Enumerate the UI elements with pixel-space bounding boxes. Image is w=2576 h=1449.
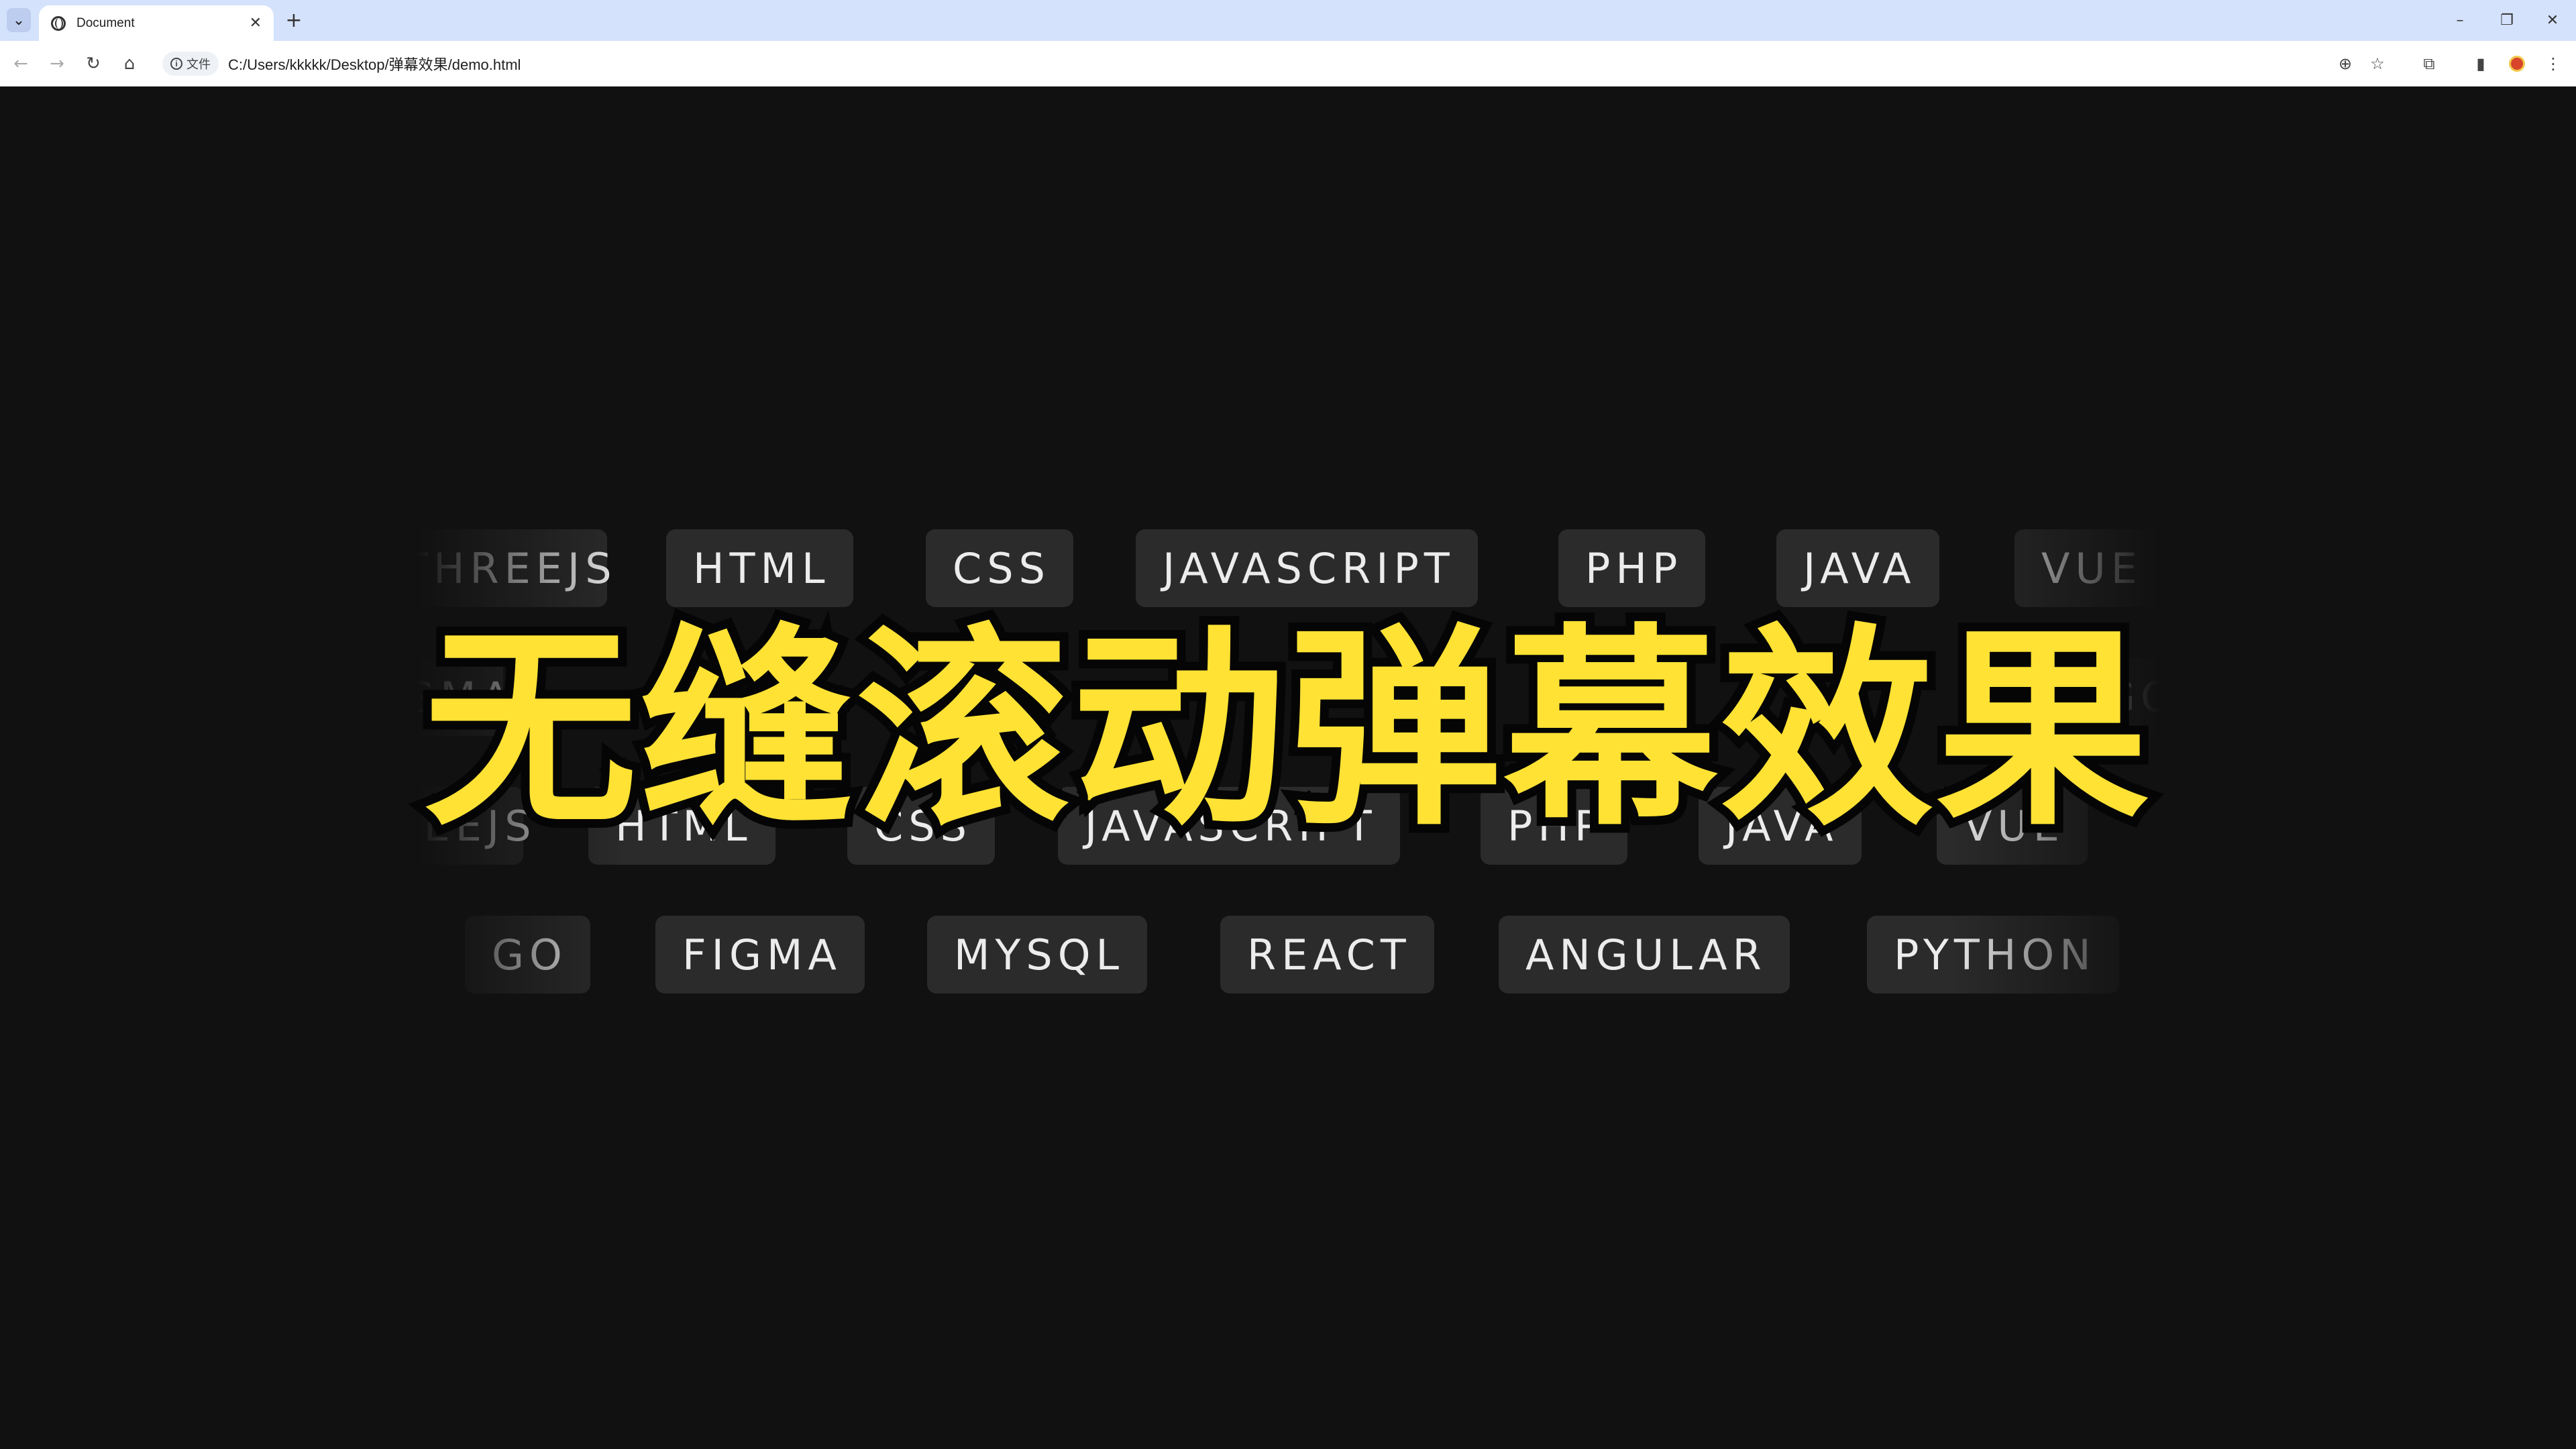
browser-toolbar: ← → ↻ ⌂ i 文件 C:/Users/kkkkk/Desktop/弹幕效果… bbox=[0, 41, 2576, 87]
side-panel-icon[interactable]: ▮ bbox=[2467, 50, 2495, 78]
danmaku-chip: JAVA bbox=[1776, 529, 1939, 607]
window-close-icon[interactable]: ✕ bbox=[2529, 0, 2576, 41]
danmaku-chip: VUE bbox=[2015, 529, 2160, 607]
tab-title: Document bbox=[76, 15, 135, 30]
star-icon[interactable]: ☆ bbox=[2363, 50, 2392, 78]
danmaku-chip: PHP bbox=[1558, 529, 1706, 607]
profile-avatar[interactable] bbox=[2509, 56, 2525, 72]
reload-icon[interactable]: ↻ bbox=[79, 50, 107, 78]
danmaku-row-1: THREEJS HTML CSS JAVASCRIPT PHP JAVA VUE bbox=[416, 529, 2160, 607]
tab-document[interactable]: Document ✕ bbox=[39, 5, 274, 41]
new-tab-icon[interactable]: + bbox=[282, 8, 306, 32]
extensions-icon[interactable]: ⧉ bbox=[2415, 50, 2443, 78]
danmaku-chip: GO bbox=[465, 916, 590, 994]
tab-search-icon[interactable]: ⌄ bbox=[7, 8, 31, 32]
back-icon[interactable]: ← bbox=[7, 50, 35, 78]
page-headline: 无缝滚动弹幕效果 bbox=[415, 606, 2158, 854]
danmaku-chip: JAVASCRIPT bbox=[1136, 529, 1478, 607]
forward-icon[interactable]: → bbox=[43, 50, 71, 78]
danmaku-chip: MYSQL bbox=[927, 916, 1148, 994]
page-viewport: THREEJS HTML CSS JAVASCRIPT PHP JAVA VUE… bbox=[0, 87, 2576, 1449]
minimize-icon[interactable]: – bbox=[2436, 0, 2483, 41]
home-icon[interactable]: ⌂ bbox=[115, 50, 144, 78]
danmaku-chip: ANGULAR bbox=[1499, 916, 1790, 994]
close-icon[interactable]: ✕ bbox=[250, 15, 262, 32]
site-info-chip[interactable]: i 文件 bbox=[162, 52, 219, 76]
danmaku-chip: THREEJS bbox=[416, 529, 612, 607]
danmaku-chip: CSS bbox=[926, 529, 1074, 607]
menu-icon[interactable]: ⋮ bbox=[2539, 50, 2567, 78]
address-bar[interactable]: i 文件 C:/Users/kkkkk/Desktop/弹幕效果/demo.ht… bbox=[156, 47, 2390, 80]
danmaku-chip: PYTHON bbox=[1867, 916, 2119, 994]
danmaku-chip: FIGMA bbox=[655, 916, 865, 994]
favicon-globe-icon bbox=[51, 15, 66, 31]
info-icon: i bbox=[170, 58, 182, 70]
danmaku-row-4: GO FIGMA MYSQL REACT ANGULAR PYTHON bbox=[416, 916, 2160, 994]
site-chip-label: 文件 bbox=[186, 58, 211, 71]
danmaku-chip: REACT bbox=[1220, 916, 1434, 994]
restore-icon[interactable]: ❐ bbox=[2483, 0, 2530, 41]
zoom-icon[interactable]: ⊕ bbox=[2331, 50, 2359, 78]
tab-strip: ⌄ Document ✕ + – ❐ ✕ bbox=[0, 0, 2576, 41]
url-text[interactable]: C:/Users/kkkkk/Desktop/弹幕效果/demo.html bbox=[228, 53, 521, 74]
danmaku-chip: HTML bbox=[666, 529, 853, 607]
